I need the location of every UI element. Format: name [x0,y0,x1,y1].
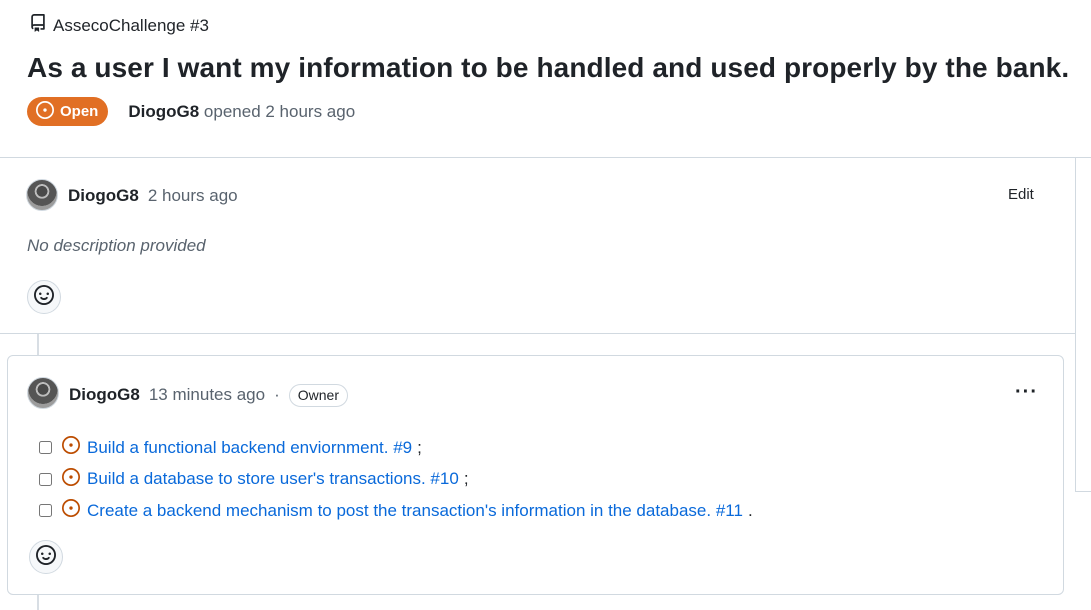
issue-author-link[interactable]: DiogoG8 [128,102,199,121]
comment-author-link[interactable]: DiogoG8 [69,385,140,405]
task-checkbox[interactable] [39,472,52,486]
owner-badge: Owner [288,384,348,407]
issue-opened-icon [36,100,54,123]
add-reaction-button[interactable] [29,540,63,574]
repo-ref-text[interactable]: AssecoChallenge #3 [53,16,209,36]
issue-title: As a user I want my information to be ha… [27,52,1070,83]
description-time[interactable]: 2 hours ago [148,186,238,206]
sidebar-divider [1075,157,1076,492]
task-list: Build a functional backend enviornment. … [39,432,753,527]
task-issue-link[interactable]: Build a functional backend enviornment. … [87,438,412,458]
issue-reference[interactable]: AssecoChallenge #3 [29,14,209,37]
separator: · [274,385,280,404]
task-checkbox[interactable] [39,441,52,455]
smiley-icon [36,544,56,570]
description-header: DiogoG8 2 hours ago [68,186,238,206]
comment-time[interactable]: 13 minutes ago [149,385,265,405]
repo-icon [29,14,47,37]
smiley-icon [34,284,54,310]
sidebar-tick [1076,491,1091,492]
state-label: Open [60,103,99,120]
task-item: Build a functional backend enviornment. … [39,432,753,464]
description-author-link[interactable]: DiogoG8 [68,186,139,206]
task-issue-link[interactable]: Build a database to store user's transac… [87,469,459,489]
header-divider [0,157,1075,158]
comment-header: DiogoG8 13 minutes ago · Owner [69,384,348,407]
opened-by-text: DiogoG8 opened 2 hours ago [128,102,355,122]
issue-opened-icon [62,499,87,522]
comment-options-button[interactable]: ··· [1015,381,1038,404]
description-body: No description provided [27,236,206,255]
task-suffix: ; [463,469,469,489]
issue-opened-icon [62,436,87,459]
avatar[interactable] [27,377,59,409]
task-suffix: ; [417,437,422,457]
avatar[interactable] [26,179,58,211]
description-divider [0,333,1075,334]
sidebar-tick [1076,157,1091,158]
task-suffix: . [747,500,753,520]
opened-time: opened 2 hours ago [203,101,356,121]
issue-meta: Open DiogoG8 opened 2 hours ago [27,97,355,126]
edit-button[interactable]: Edit [1008,186,1034,203]
open-state-badge: Open [27,97,109,126]
task-issue-link[interactable]: Create a backend mechanism to post the t… [87,501,743,521]
add-reaction-button[interactable] [27,280,61,314]
task-item: Create a backend mechanism to post the t… [39,495,753,527]
task-item: Build a database to store user's transac… [39,464,753,496]
task-checkbox[interactable] [39,504,52,518]
issue-opened-icon [62,467,87,491]
